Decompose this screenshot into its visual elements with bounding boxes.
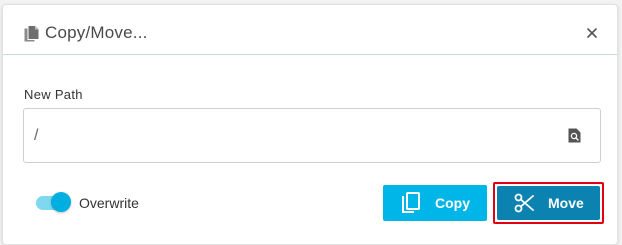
new-path-label: New Path: [24, 87, 83, 102]
overwrite-label: Overwrite: [79, 195, 139, 211]
copy-button[interactable]: Copy: [383, 185, 487, 221]
copy-button-label: Copy: [435, 195, 470, 211]
new-path-input[interactable]: [24, 109, 600, 162]
overwrite-toggle[interactable]: [36, 192, 71, 212]
move-button[interactable]: Move: [497, 186, 600, 220]
new-path-field: [23, 108, 601, 163]
close-icon[interactable]: [585, 26, 599, 40]
copy-icon: [402, 192, 420, 213]
dialog-header: Copy/Move...: [3, 5, 617, 55]
file-copy-icon: [24, 25, 40, 42]
toggle-knob: [51, 192, 71, 212]
copy-move-dialog: Copy/Move... New Path Overwrite Copy Mo: [2, 4, 618, 245]
dialog-title: Copy/Move...: [45, 23, 148, 42]
file-search-icon[interactable]: [568, 128, 581, 143]
scissors-icon: [514, 193, 534, 213]
move-button-label: Move: [548, 195, 584, 211]
